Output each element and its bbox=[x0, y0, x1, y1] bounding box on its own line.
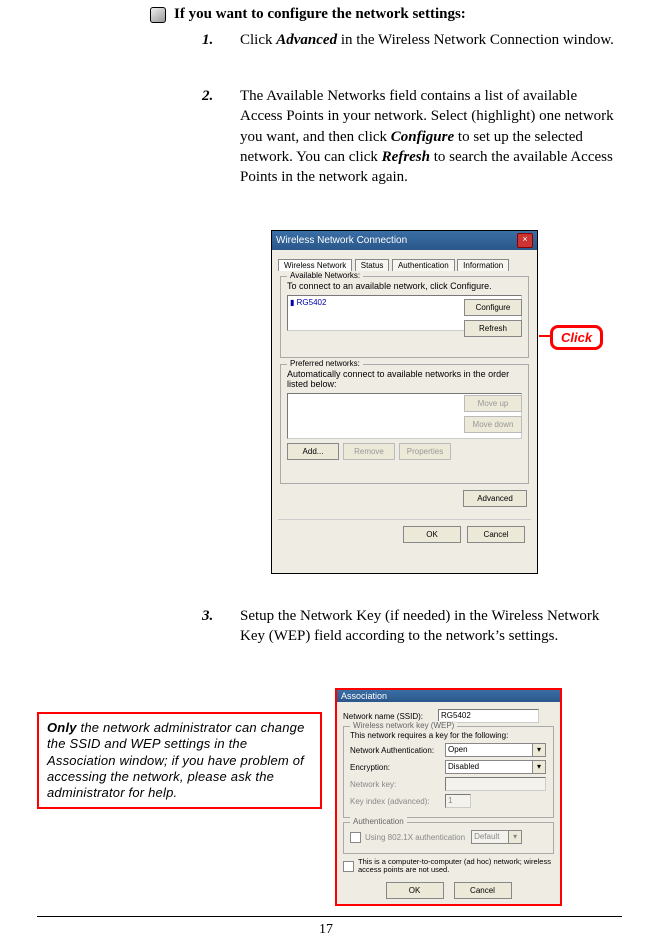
admin-note: Only the network administrator can chang… bbox=[37, 712, 322, 809]
screenshot-association: Association Network name (SSID): RG5402 … bbox=[335, 688, 562, 906]
advanced-button[interactable]: Advanced bbox=[463, 490, 527, 507]
properties-button[interactable]: Properties bbox=[399, 443, 451, 460]
assoc-cancel-button[interactable]: Cancel bbox=[454, 882, 512, 899]
netauth-label: Network Authentication: bbox=[350, 746, 445, 755]
ok-button[interactable]: OK bbox=[403, 526, 461, 543]
step-1-post: in the Wireless Network Connection windo… bbox=[337, 32, 614, 48]
footer-rule bbox=[37, 916, 622, 917]
screenshot-wireless-network: Wireless Network Connection × Wireless N… bbox=[271, 230, 538, 574]
movedown-button[interactable]: Move down bbox=[464, 416, 522, 433]
tab-wireless-network[interactable]: Wireless Network bbox=[278, 259, 352, 271]
tab-strip: Wireless Network Status Authentication I… bbox=[278, 258, 531, 270]
step-1-num: 1. bbox=[202, 30, 220, 50]
available-desc: To connect to an available network, clic… bbox=[287, 281, 522, 291]
ssid-label: Network name (SSID): bbox=[343, 712, 438, 721]
tab-information[interactable]: Information bbox=[457, 259, 509, 271]
refresh-button[interactable]: Refresh bbox=[464, 320, 522, 337]
admin-note-bold: Only bbox=[47, 720, 77, 735]
configure-button[interactable]: Configure bbox=[464, 299, 522, 316]
step-1-pre: Click bbox=[240, 32, 276, 48]
wep-legend: Wireless network key (WEP) bbox=[350, 721, 457, 730]
adhoc-checkbox[interactable] bbox=[343, 861, 354, 872]
networkkey-field bbox=[445, 777, 546, 791]
remove-button[interactable]: Remove bbox=[343, 443, 395, 460]
step-2: 2. The Available Networks field contains… bbox=[202, 86, 622, 187]
netauth-select[interactable]: Open bbox=[445, 743, 546, 757]
click-callout: Click bbox=[550, 325, 603, 350]
preferred-legend: Preferred networks: bbox=[287, 359, 363, 368]
available-networks-group: Available Networks: To connect to an ava… bbox=[280, 276, 529, 358]
step-1: 1. Click Advanced in the Wireless Networ… bbox=[202, 30, 622, 50]
auth-select: Default bbox=[471, 830, 522, 844]
moveup-button[interactable]: Move up bbox=[464, 395, 522, 412]
tab-status[interactable]: Status bbox=[355, 259, 390, 271]
auth-group: Authentication Using 802.1X authenticati… bbox=[343, 822, 554, 854]
add-button[interactable]: Add... bbox=[287, 443, 339, 460]
step-3-body: Setup the Network Key (if needed) in the… bbox=[240, 606, 622, 647]
wep-group: Wireless network key (WEP) This network … bbox=[343, 726, 554, 818]
cancel-button[interactable]: Cancel bbox=[467, 526, 525, 543]
step-1-body: Click Advanced in the Wireless Network C… bbox=[240, 30, 622, 50]
bullet-icon bbox=[150, 7, 166, 23]
step-2-body: The Available Networks field contains a … bbox=[240, 86, 622, 187]
preferred-desc: Automatically connect to available netwo… bbox=[287, 369, 522, 389]
step-1-keyword: Advanced bbox=[276, 32, 337, 48]
tab-authentication[interactable]: Authentication bbox=[392, 259, 455, 271]
keyindex-label: Key index (advanced): bbox=[350, 797, 445, 806]
close-icon[interactable]: × bbox=[517, 233, 533, 248]
preferred-networks-group: Preferred networks: Automatically connec… bbox=[280, 364, 529, 484]
encryption-select[interactable]: Disabled bbox=[445, 760, 546, 774]
step-2-bi2: Refresh bbox=[382, 149, 430, 165]
window-title: Wireless Network Connection bbox=[276, 235, 407, 246]
heading-text: If you want to configure the network set… bbox=[174, 6, 466, 23]
page-number: 17 bbox=[0, 922, 652, 938]
auth-legend: Authentication bbox=[350, 817, 407, 826]
auth-checkbox[interactable] bbox=[350, 832, 361, 843]
assoc-title: Association bbox=[337, 690, 560, 702]
step-2-num: 2. bbox=[202, 86, 220, 187]
window-titlebar: Wireless Network Connection × bbox=[272, 231, 537, 250]
assoc-ok-button[interactable]: OK bbox=[386, 882, 444, 899]
auth-checkbox-label: Using 802.1X authentication bbox=[365, 833, 465, 842]
encryption-label: Encryption: bbox=[350, 763, 445, 772]
step-3-num: 3. bbox=[202, 606, 220, 647]
keyindex-field: 1 bbox=[445, 794, 471, 808]
wep-desc: This network requires a key for the foll… bbox=[350, 731, 547, 740]
step-2-bi1: Configure bbox=[391, 129, 454, 145]
admin-note-rest: the network administrator can change the… bbox=[47, 720, 305, 800]
available-legend: Available Networks: bbox=[287, 271, 363, 280]
adhoc-label: This is a computer-to-computer (ad hoc) … bbox=[358, 858, 554, 875]
step-3: 3. Setup the Network Key (if needed) in … bbox=[202, 606, 622, 647]
networkkey-label: Network key: bbox=[350, 780, 445, 789]
